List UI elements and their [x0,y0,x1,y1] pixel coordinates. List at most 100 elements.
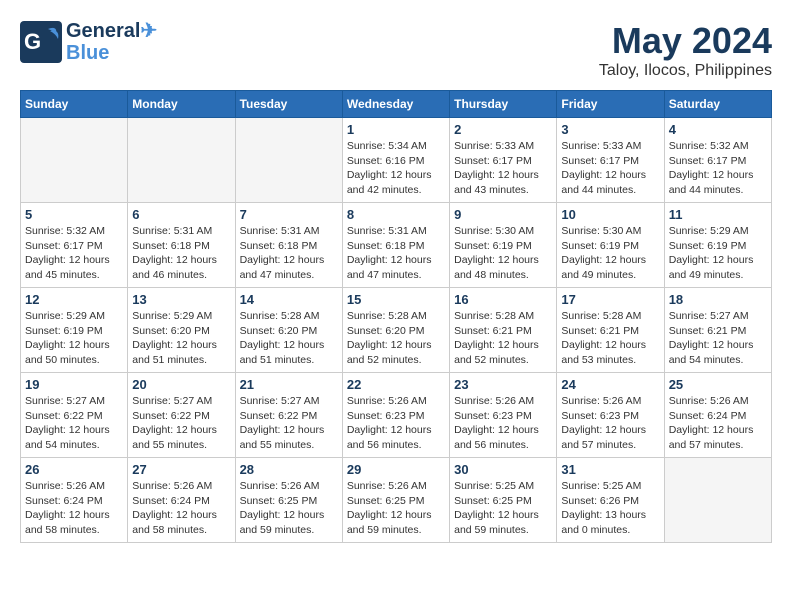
calendar-cell: 7 Sunrise: 5:31 AMSunset: 6:18 PMDaylight… [235,203,342,288]
calendar-cell: 25 Sunrise: 5:26 AMSunset: 6:24 PMDayligh… [664,373,771,458]
weekday-header: Saturday [664,91,771,118]
day-number: 27 [132,462,230,477]
calendar-week-row: 1 Sunrise: 5:34 AMSunset: 6:16 PMDaylight… [21,118,772,203]
day-number: 24 [561,377,659,392]
day-number: 21 [240,377,338,392]
day-number: 18 [669,292,767,307]
day-number: 23 [454,377,552,392]
weekday-header: Tuesday [235,91,342,118]
day-number: 2 [454,122,552,137]
day-info: Sunrise: 5:25 AMSunset: 6:25 PMDaylight:… [454,479,552,538]
day-number: 28 [240,462,338,477]
day-info: Sunrise: 5:31 AMSunset: 6:18 PMDaylight:… [132,224,230,283]
day-number: 6 [132,207,230,222]
calendar-cell [664,458,771,543]
day-number: 20 [132,377,230,392]
calendar-cell: 17 Sunrise: 5:28 AMSunset: 6:21 PMDayligh… [557,288,664,373]
day-number: 11 [669,207,767,222]
weekday-header: Wednesday [342,91,449,118]
day-number: 4 [669,122,767,137]
calendar-cell: 11 Sunrise: 5:29 AMSunset: 6:19 PMDayligh… [664,203,771,288]
calendar-cell: 18 Sunrise: 5:27 AMSunset: 6:21 PMDayligh… [664,288,771,373]
calendar-cell: 1 Sunrise: 5:34 AMSunset: 6:16 PMDaylight… [342,118,449,203]
day-info: Sunrise: 5:26 AMSunset: 6:25 PMDaylight:… [240,479,338,538]
calendar-cell: 21Sunrise: 5:27 AMSunset: 6:22 PMDayligh… [235,373,342,458]
day-info: Sunrise: 5:32 AMSunset: 6:17 PMDaylight:… [25,224,123,283]
day-info: Sunrise: 5:28 AMSunset: 6:21 PMDaylight:… [454,309,552,368]
calendar-cell: 3 Sunrise: 5:33 AMSunset: 6:17 PMDaylight… [557,118,664,203]
day-number: 31 [561,462,659,477]
day-info: Sunrise: 5:30 AMSunset: 6:19 PMDaylight:… [561,224,659,283]
day-number: 30 [454,462,552,477]
calendar-cell [21,118,128,203]
calendar-cell: 5 Sunrise: 5:32 AMSunset: 6:17 PMDaylight… [21,203,128,288]
calendar-cell [128,118,235,203]
day-number: 29 [347,462,445,477]
day-info: Sunrise: 5:26 AMSunset: 6:24 PMDaylight:… [132,479,230,538]
day-info: Sunrise: 5:31 AMSunset: 6:18 PMDaylight:… [347,224,445,283]
page-header: G General✈ Blue May 2024 Taloy, Ilocos, … [20,20,772,80]
calendar-week-row: 12Sunrise: 5:29 AMSunset: 6:19 PMDayligh… [21,288,772,373]
month-year-title: May 2024 [599,20,772,62]
calendar-cell: 20 Sunrise: 5:27 AMSunset: 6:22 PMDayligh… [128,373,235,458]
day-info: Sunrise: 5:33 AMSunset: 6:17 PMDaylight:… [561,139,659,198]
logo-icon: G [20,21,62,63]
calendar-cell: 9Sunrise: 5:30 AMSunset: 6:19 PMDaylight… [450,203,557,288]
calendar-cell: 24 Sunrise: 5:26 AMSunset: 6:23 PMDayligh… [557,373,664,458]
day-number: 7 [240,207,338,222]
logo-name: General✈ [66,20,157,42]
svg-text:G: G [24,29,41,54]
calendar-cell: 28 Sunrise: 5:26 AMSunset: 6:25 PMDayligh… [235,458,342,543]
day-info: Sunrise: 5:26 AMSunset: 6:24 PMDaylight:… [25,479,123,538]
day-number: 15 [347,292,445,307]
logo: G General✈ Blue [20,20,157,64]
day-number: 5 [25,207,123,222]
weekday-header: Friday [557,91,664,118]
weekday-header: Monday [128,91,235,118]
day-info: Sunrise: 5:25 AMSunset: 6:26 PMDaylight:… [561,479,659,538]
weekday-header-row: SundayMondayTuesdayWednesdayThursdayFrid… [21,91,772,118]
day-info: Sunrise: 5:32 AMSunset: 6:17 PMDaylight:… [669,139,767,198]
day-number: 25 [669,377,767,392]
calendar-cell: 6 Sunrise: 5:31 AMSunset: 6:18 PMDaylight… [128,203,235,288]
calendar-cell: 15 Sunrise: 5:28 AMSunset: 6:20 PMDayligh… [342,288,449,373]
calendar-cell: 14 Sunrise: 5:28 AMSunset: 6:20 PMDayligh… [235,288,342,373]
calendar-cell: 29 Sunrise: 5:26 AMSunset: 6:25 PMDayligh… [342,458,449,543]
calendar-cell: 16 Sunrise: 5:28 AMSunset: 6:21 PMDayligh… [450,288,557,373]
day-info: Sunrise: 5:31 AMSunset: 6:18 PMDaylight:… [240,224,338,283]
day-info: Sunrise: 5:27 AMSunset: 6:22 PMDaylight:… [132,394,230,453]
day-number: 1 [347,122,445,137]
day-info: Sunrise: 5:29 AMSunset: 6:19 PMDaylight:… [25,309,123,368]
calendar-table: SundayMondayTuesdayWednesdayThursdayFrid… [20,90,772,543]
day-number: 16 [454,292,552,307]
calendar-week-row: 5 Sunrise: 5:32 AMSunset: 6:17 PMDaylight… [21,203,772,288]
day-info: Sunrise: 5:27 AMSunset: 6:21 PMDaylight:… [669,309,767,368]
calendar-cell: 13Sunrise: 5:29 AMSunset: 6:20 PMDayligh… [128,288,235,373]
calendar-week-row: 19Sunrise: 5:27 AMSunset: 6:22 PMDayligh… [21,373,772,458]
day-number: 3 [561,122,659,137]
logo-name2: Blue [66,42,157,64]
calendar-cell: 30 Sunrise: 5:25 AMSunset: 6:25 PMDayligh… [450,458,557,543]
day-info: Sunrise: 5:28 AMSunset: 6:20 PMDaylight:… [240,309,338,368]
day-info: Sunrise: 5:34 AMSunset: 6:16 PMDaylight:… [347,139,445,198]
calendar-cell: 23 Sunrise: 5:26 AMSunset: 6:23 PMDayligh… [450,373,557,458]
day-number: 22 [347,377,445,392]
day-info: Sunrise: 5:26 AMSunset: 6:23 PMDaylight:… [454,394,552,453]
calendar-week-row: 26Sunrise: 5:26 AMSunset: 6:24 PMDayligh… [21,458,772,543]
day-info: Sunrise: 5:26 AMSunset: 6:25 PMDaylight:… [347,479,445,538]
day-number: 14 [240,292,338,307]
day-number: 17 [561,292,659,307]
calendar-cell: 27 Sunrise: 5:26 AMSunset: 6:24 PMDayligh… [128,458,235,543]
day-info: Sunrise: 5:33 AMSunset: 6:17 PMDaylight:… [454,139,552,198]
day-info: Sunrise: 5:28 AMSunset: 6:20 PMDaylight:… [347,309,445,368]
day-number: 13 [132,292,230,307]
calendar-cell: 8Sunrise: 5:31 AMSunset: 6:18 PMDaylight… [342,203,449,288]
day-info: Sunrise: 5:28 AMSunset: 6:21 PMDaylight:… [561,309,659,368]
calendar-cell: 12Sunrise: 5:29 AMSunset: 6:19 PMDayligh… [21,288,128,373]
weekday-header: Thursday [450,91,557,118]
day-info: Sunrise: 5:26 AMSunset: 6:24 PMDaylight:… [669,394,767,453]
day-info: Sunrise: 5:29 AMSunset: 6:19 PMDaylight:… [669,224,767,283]
day-info: Sunrise: 5:26 AMSunset: 6:23 PMDaylight:… [347,394,445,453]
day-info: Sunrise: 5:26 AMSunset: 6:23 PMDaylight:… [561,394,659,453]
calendar-cell: 22 Sunrise: 5:26 AMSunset: 6:23 PMDayligh… [342,373,449,458]
